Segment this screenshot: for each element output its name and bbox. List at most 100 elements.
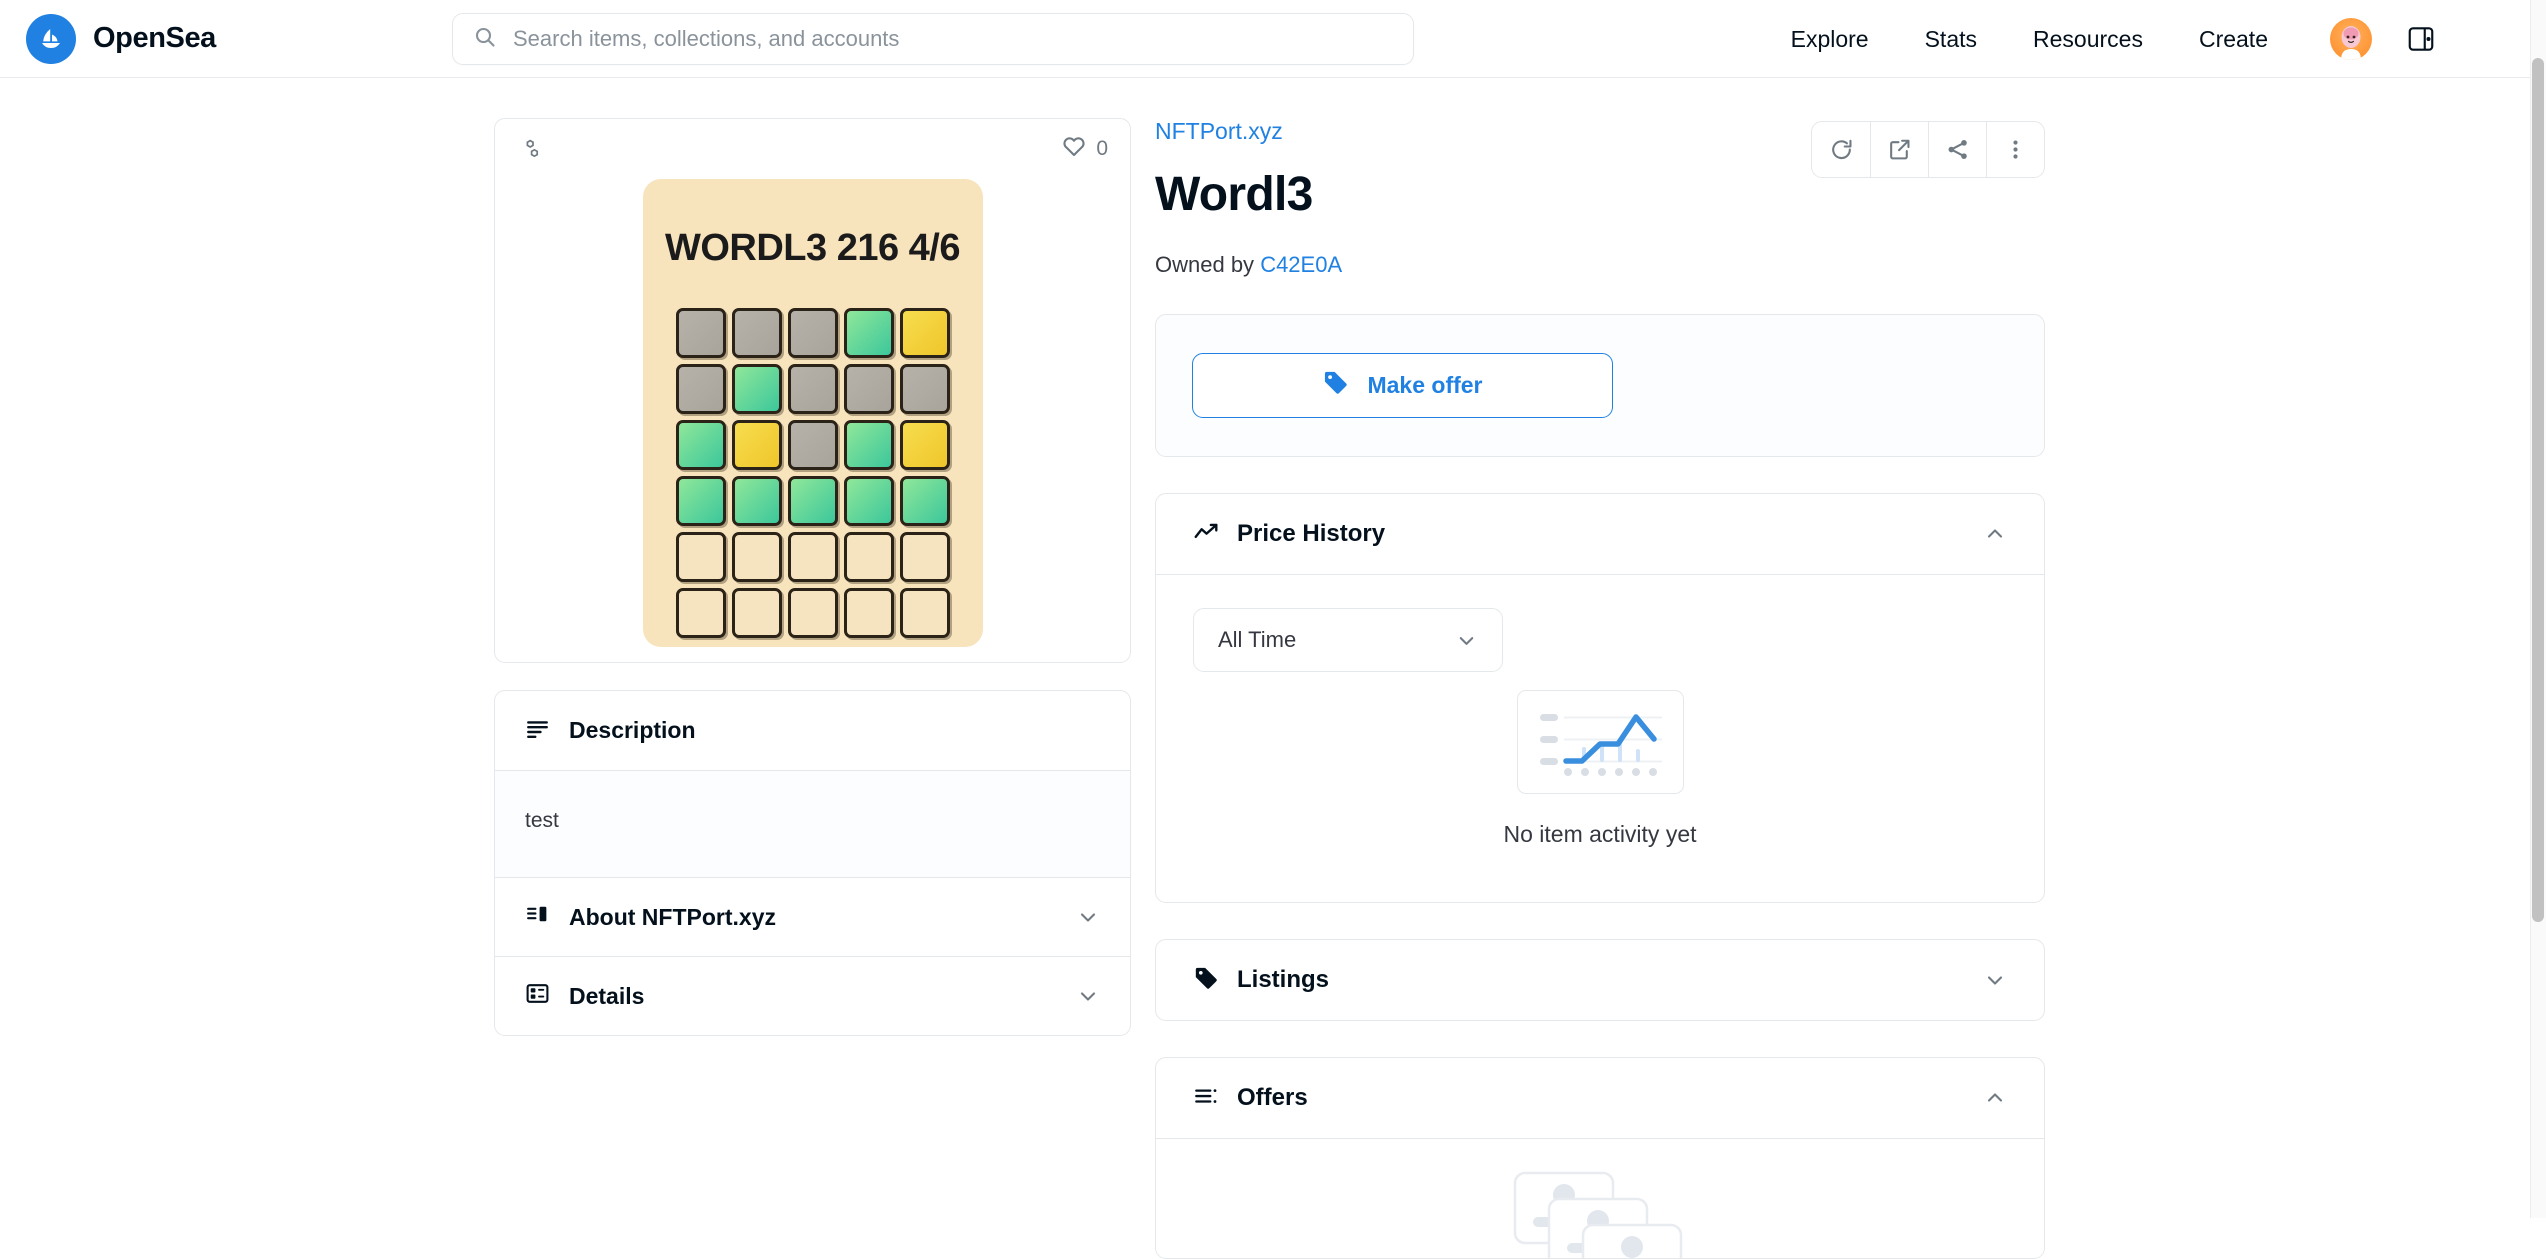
chevron-down-icon [1455,629,1478,652]
price-history-body: All Time No item activity yet [1156,574,2044,902]
page-scrollbar-thumb[interactable] [2532,58,2544,922]
opensea-brand-home-link[interactable]: OpenSea [26,13,216,64]
blockchain-chain-icon[interactable] [517,136,543,162]
more-options-icon[interactable] [1986,122,2044,177]
time-range-select[interactable]: All Time [1193,608,1503,672]
wordle-tile-empty [675,532,726,582]
price-history-filter-row: All Time [1156,575,2044,672]
wordle-tile-green [731,364,782,414]
offers-list-icon [1193,1083,1219,1114]
asset-info-card: Description test About NFTPort.xyz Detai… [494,690,1131,1036]
heart-icon [1061,133,1087,165]
asset-media-card: 0 WORDL3 216 4/6 [494,118,1131,663]
owned-by-label: Owned by [1155,252,1255,277]
opensea-sailboat-logo [26,13,76,64]
section-title-description: Description [569,717,696,743]
wordle-tile-green [843,476,894,526]
line-chart-placeholder-icon [1516,690,1684,794]
user-avatar[interactable] [2330,18,2372,60]
price-history-card: Price History All Time No item activity … [1155,493,2045,903]
section-title-listings: Listings [1237,966,1330,993]
section-title-about: About NFTPort.xyz [569,903,776,930]
section-title-offers: Offers [1237,1084,1308,1111]
wordle-tile-yellow [899,420,950,470]
wordle-tile-gray [843,364,894,414]
wordle-tile-empty [843,532,894,582]
search-box[interactable] [452,13,1414,65]
wordle-tile-gray [787,420,838,470]
wordle-tile-empty [731,532,782,582]
section-header-listings[interactable]: Listings [1156,940,2044,1020]
wordle-tile-gray [731,308,782,358]
chevron-down-icon[interactable] [1076,905,1100,929]
nav-link-explore[interactable]: Explore [1763,26,1897,53]
time-range-value: All Time [1218,627,1297,652]
wordle-tile-green [675,476,726,526]
search-icon [473,25,497,54]
section-header-about[interactable]: About NFTPort.xyz [495,877,1130,956]
wordle-tile-empty [731,588,782,638]
price-chart-icon [1193,519,1219,550]
offers-empty-state [1156,1138,2044,1258]
section-title-price-history: Price History [1237,520,1386,547]
wordle-tile-empty [675,588,726,638]
wordle-tile-gray [787,364,838,414]
stacked-cards-icon [1511,1169,1689,1258]
wordle-tile-green [843,420,894,470]
wordle-tile-green [899,476,950,526]
external-link-icon[interactable] [1870,122,1928,177]
wordle-tile-empty [899,532,950,582]
favorite-count: 0 [1096,137,1108,160]
wordle-tile-gray [787,308,838,358]
section-header-description[interactable]: Description [495,691,1130,770]
page-scrollbar-track[interactable] [2530,0,2546,1218]
asset-right-column: NFTPort.xyz Wordl3 Owned by C42E0A Make … [1155,118,2045,1259]
about-collection-icon [525,902,550,932]
share-icon[interactable] [1928,122,1986,177]
brand-name-label: OpenSea [93,22,216,54]
offers-card: Offers [1155,1057,2045,1259]
wordle-tile-green [843,308,894,358]
primary-nav: Explore Stats Resources Create [1763,0,2436,78]
owner-line: Owned by C42E0A [1155,252,1811,278]
nav-link-create[interactable]: Create [2171,26,2296,53]
price-tag-icon [1193,965,1219,996]
favorite-toggle[interactable]: 0 [1061,133,1108,165]
asset-page: 0 WORDL3 216 4/6 Description test About … [0,78,2530,1259]
nav-link-stats[interactable]: Stats [1897,26,2005,53]
listings-card: Listings [1155,939,2045,1021]
chevron-up-icon[interactable] [1983,1086,2007,1110]
section-title-details: Details [569,982,645,1009]
collection-link[interactable]: NFTPort.xyz [1155,118,1283,144]
wallet-icon[interactable] [2406,24,2436,54]
wordle-tile-empty [787,588,838,638]
chevron-up-icon[interactable] [1983,522,2007,546]
section-header-offers[interactable]: Offers [1156,1058,2044,1138]
section-header-details[interactable]: Details [495,956,1130,1035]
chevron-down-icon[interactable] [1076,984,1100,1008]
make-offer-button[interactable]: Make offer [1192,353,1613,418]
wordle-tile-yellow [899,308,950,358]
description-body: test [495,770,1130,877]
make-offer-card: Make offer [1155,314,2045,457]
global-search [452,13,1414,65]
wordle-tile-empty [843,588,894,638]
chevron-down-icon[interactable] [1983,968,2007,992]
make-offer-label: Make offer [1367,372,1483,398]
nft-artwork[interactable]: WORDL3 216 4/6 [642,179,983,647]
refresh-icon[interactable] [1812,122,1870,177]
price-history-empty-text: No item activity yet [1503,821,1697,847]
owner-link[interactable]: C42E0A [1260,252,1342,277]
section-header-price-history[interactable]: Price History [1156,494,2044,574]
wordle-tile-yellow [731,420,782,470]
wordle-tile-empty [899,588,950,638]
search-input[interactable] [513,26,1393,52]
wordle-tile-green [675,420,726,470]
nav-link-resources[interactable]: Resources [2005,26,2171,53]
asset-media-toolbar: 0 [495,119,1130,179]
artwork-title: WORDL3 216 4/6 [665,227,961,269]
wordle-tile-green [787,476,838,526]
description-lines-icon [525,716,550,746]
top-navigation-bar: OpenSea Explore Stats Resources Create [0,0,2530,78]
